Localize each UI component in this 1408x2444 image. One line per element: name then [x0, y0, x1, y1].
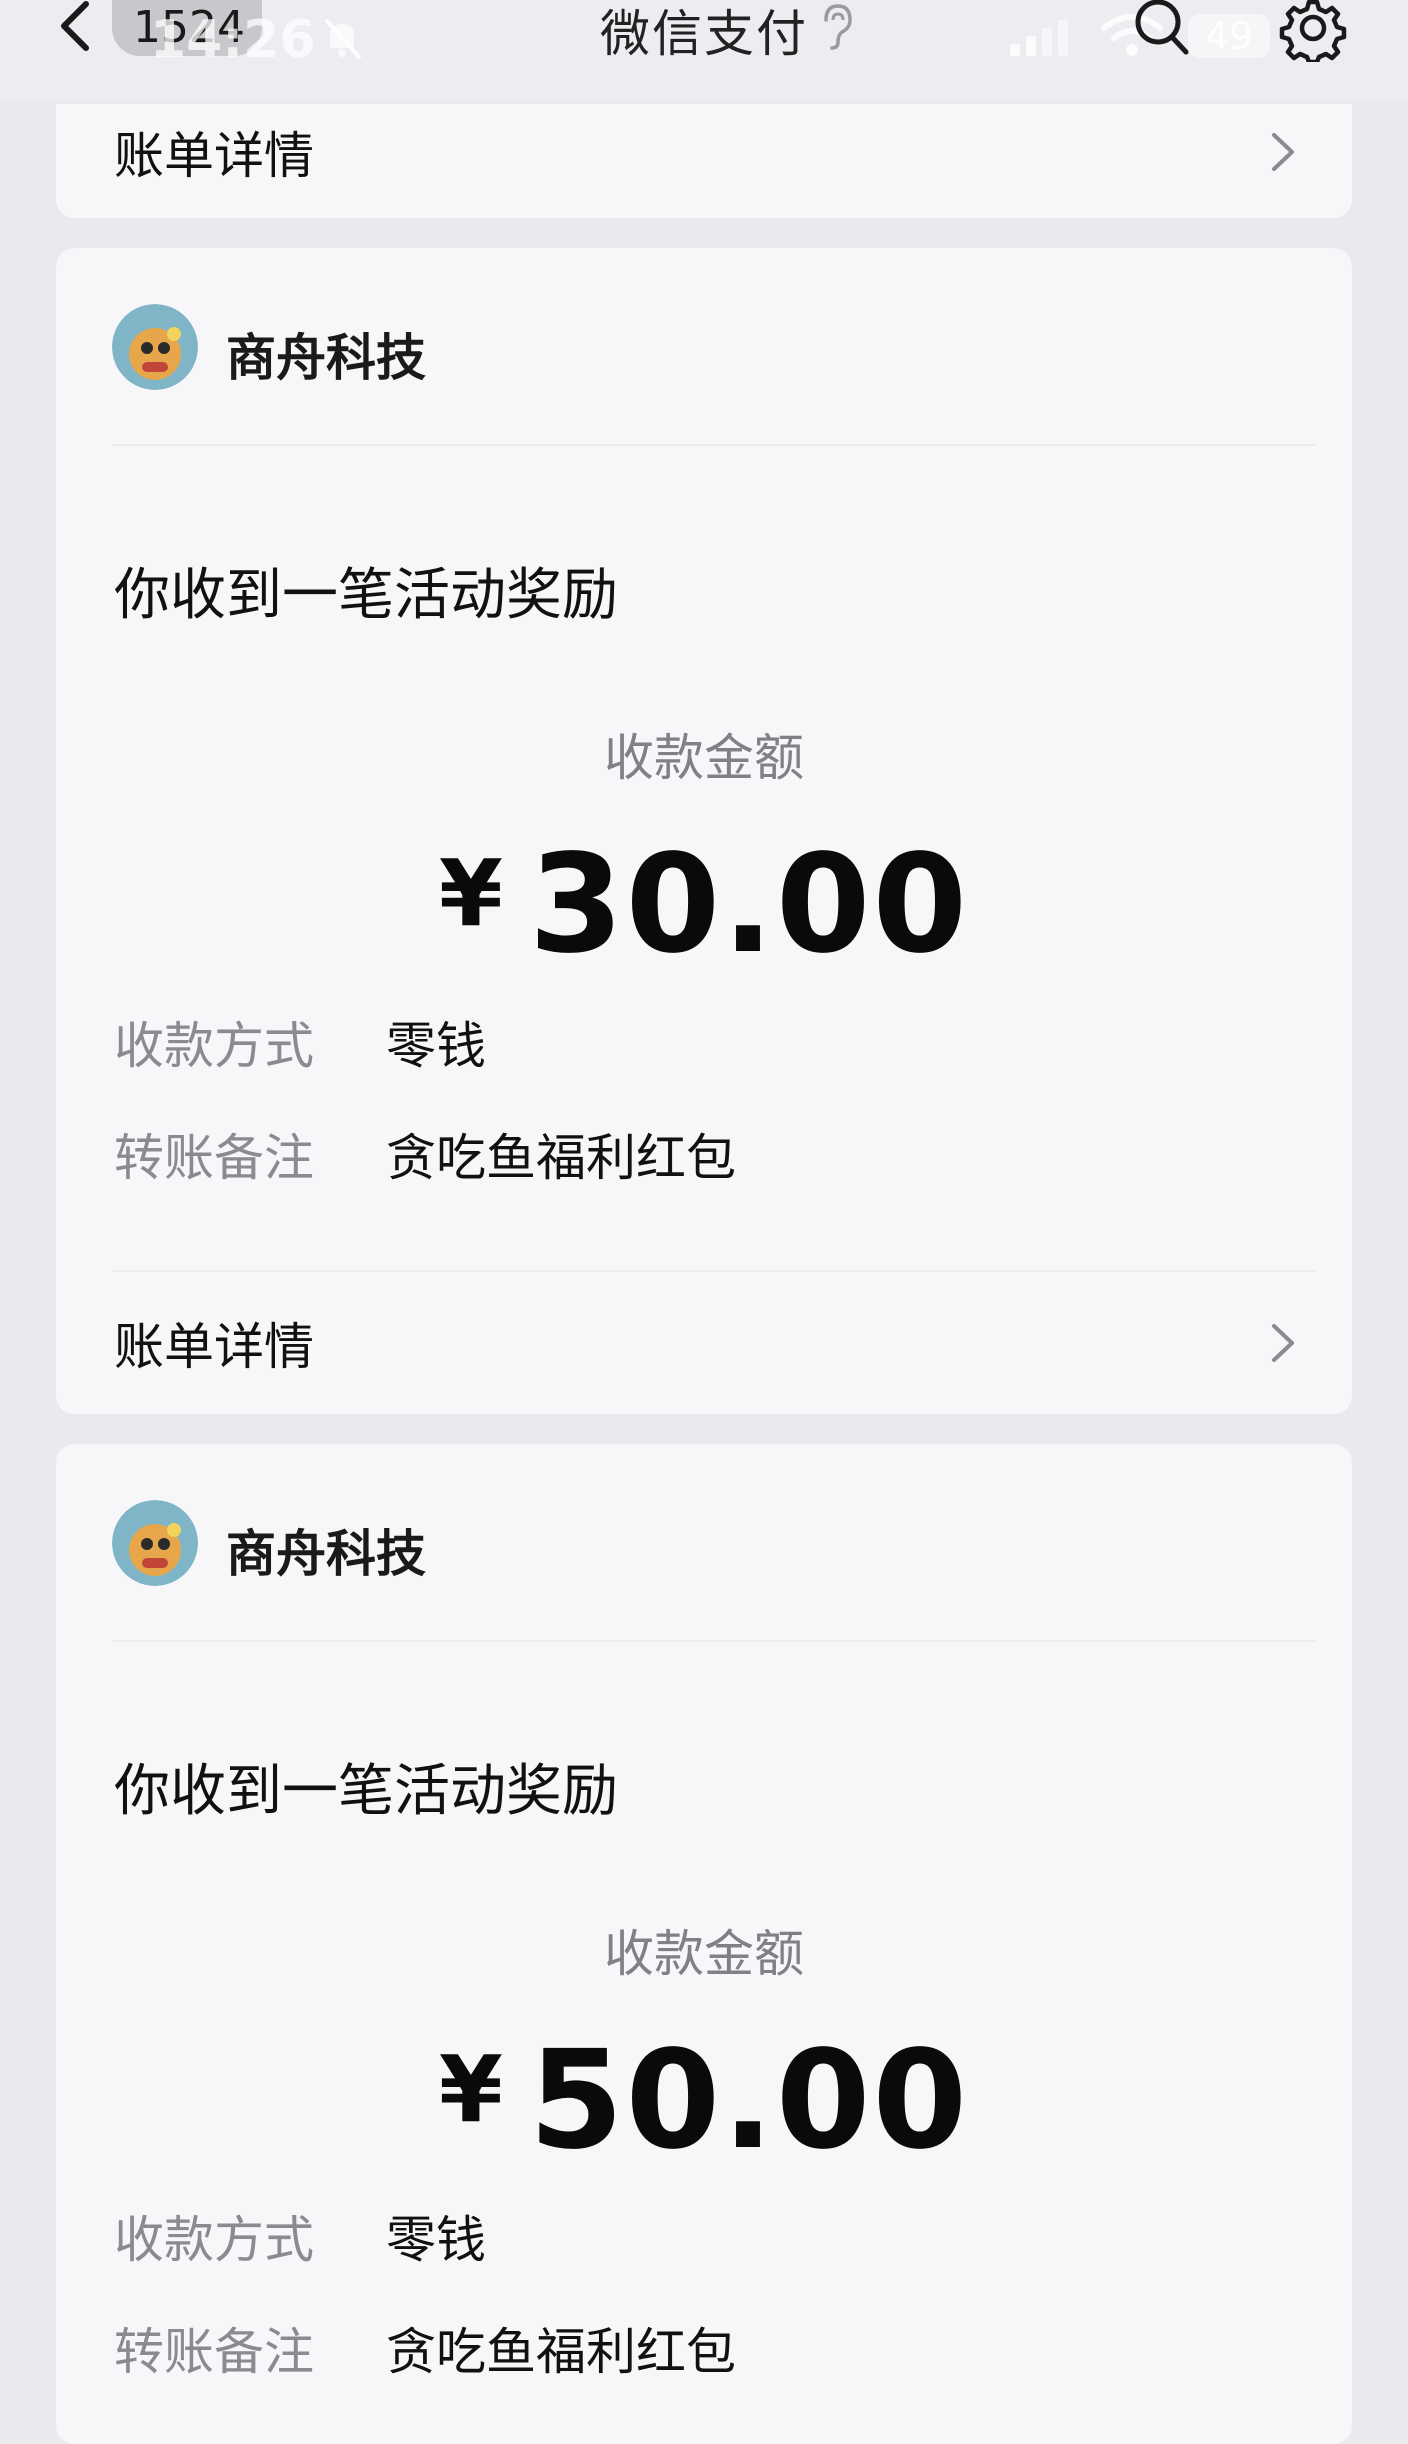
search-icon[interactable]	[1130, 0, 1194, 58]
currency-symbol: ¥	[438, 840, 505, 947]
chevron-right-icon	[1272, 1324, 1294, 1362]
transaction-card: 商舟科技 你收到一笔活动奖励 收款金额 ¥50.00 收款方式 零钱 转账备注 贪吃…	[56, 1444, 1352, 2444]
transaction-card: 商舟科技 你收到一笔活动奖励 收款金额 ¥30.00 收款方式 零钱 转账备注 贪吃…	[56, 248, 1352, 1414]
payment-method-row: 收款方式 零钱	[114, 1006, 486, 1078]
payment-method-key: 收款方式	[114, 2211, 314, 2269]
ear-icon[interactable]	[818, 2, 858, 50]
amount-label: 收款金额	[604, 1925, 804, 1983]
divider	[112, 444, 1316, 446]
notice-headline: 你收到一笔活动奖励	[114, 563, 618, 628]
bill-detail-label: 账单详情	[114, 1318, 314, 1376]
merchant-avatar	[112, 304, 198, 390]
amount-value: 30.00	[528, 826, 970, 984]
bill-detail-row[interactable]: 账单详情	[56, 1272, 1352, 1414]
merchant-avatar	[112, 1500, 198, 1586]
bill-detail-label: 账单详情	[114, 127, 314, 185]
chevron-right-icon	[1272, 133, 1294, 171]
payment-method-value: 零钱	[386, 2211, 486, 2269]
merchant-header[interactable]: 商舟科技	[56, 248, 1352, 444]
transfer-note-key: 转账备注	[114, 2323, 314, 2381]
payment-method-row: 收款方式 零钱	[114, 2200, 486, 2272]
previous-card: 账单详情	[56, 104, 1352, 218]
currency-symbol: ¥	[438, 2036, 505, 2143]
payment-method-value: 零钱	[386, 1017, 486, 1075]
transfer-note-row: 转账备注 贪吃鱼福利红包	[114, 1118, 736, 1190]
notice-headline: 你收到一笔活动奖励	[114, 1759, 618, 1824]
payment-method-key: 收款方式	[114, 1017, 314, 1075]
gear-icon[interactable]	[1278, 0, 1348, 62]
battery-indicator: 49	[1188, 14, 1270, 58]
signal-icon	[1010, 20, 1068, 56]
amount-display: ¥50.00	[56, 2022, 1352, 2180]
merchant-header[interactable]: 商舟科技	[56, 1444, 1352, 1640]
merchant-name: 商舟科技	[226, 329, 426, 387]
transfer-note-key: 转账备注	[114, 1129, 314, 1187]
amount-value: 50.00	[528, 2022, 970, 2180]
merchant-name: 商舟科技	[226, 1525, 426, 1583]
top-bar: 1524 14:26 微信支付 49	[0, 0, 1408, 100]
transfer-note-row: 转账备注 贪吃鱼福利红包	[114, 2312, 736, 2384]
amount-display: ¥30.00	[56, 826, 1352, 984]
divider	[112, 1640, 1316, 1642]
transfer-note-value: 贪吃鱼福利红包	[386, 2323, 736, 2381]
amount-label: 收款金额	[604, 729, 804, 787]
transfer-note-value: 贪吃鱼福利红包	[386, 1129, 736, 1187]
bill-detail-row[interactable]: 账单详情	[56, 90, 1352, 214]
